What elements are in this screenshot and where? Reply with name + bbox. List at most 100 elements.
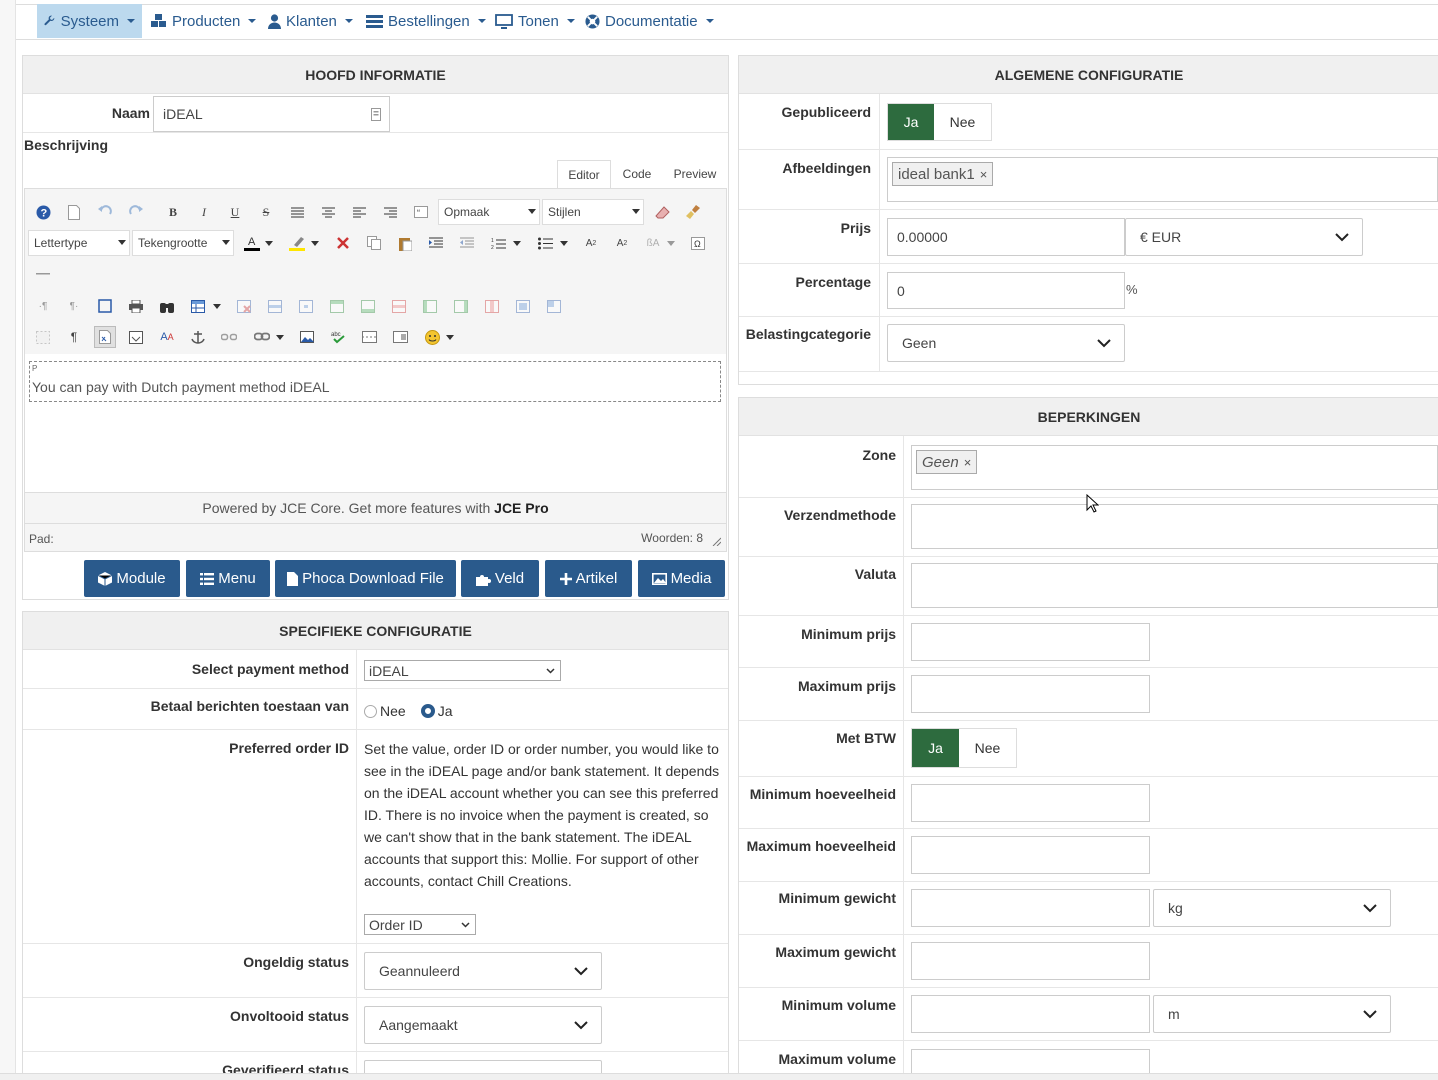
horizontal-scrollbar[interactable]	[0, 1073, 1438, 1080]
menu-klanten[interactable]: Klanten	[261, 4, 360, 38]
cut-icon[interactable]	[332, 232, 354, 254]
help-icon[interactable]: ?	[32, 201, 54, 223]
spellcheck-icon[interactable]: abc	[327, 326, 349, 348]
jce-pro-link[interactable]: JCE Pro	[494, 500, 548, 516]
minimum-hoeveelheid-input[interactable]	[911, 784, 1150, 822]
redo-icon[interactable]	[125, 201, 147, 223]
tab-code[interactable]: Code	[611, 160, 663, 188]
styles-select[interactable]: Stijlen	[542, 199, 644, 225]
table-dropdown[interactable]	[210, 295, 224, 317]
payment-method-select[interactable]: iDEAL	[364, 660, 561, 681]
undo-icon[interactable]	[94, 201, 116, 223]
horizontal-rule-icon[interactable]	[32, 263, 54, 285]
cleanup-brush-icon[interactable]	[682, 201, 704, 223]
strikethrough-icon[interactable]: S	[255, 201, 277, 223]
prijs-input[interactable]: 0.00000	[887, 218, 1125, 256]
align-right-icon[interactable]	[379, 201, 401, 223]
veld-button[interactable]: Veld	[461, 560, 539, 597]
numbered-list-icon[interactable]: 12	[487, 232, 509, 254]
menu-button[interactable]: Menu	[186, 560, 270, 597]
minimum-gewicht-input[interactable]	[911, 889, 1150, 927]
anchor-icon[interactable]	[187, 326, 209, 348]
artikel-button[interactable]: Artikel	[545, 560, 632, 597]
zone-input[interactable]: Geen ×	[911, 445, 1438, 490]
highlight-dropdown[interactable]	[308, 232, 322, 254]
valuta-input[interactable]	[911, 563, 1438, 608]
readmore-icon[interactable]	[389, 326, 411, 348]
source-toggle-icon[interactable]	[94, 326, 116, 348]
media-button[interactable]: Media	[638, 560, 725, 597]
copy-icon[interactable]	[363, 232, 385, 254]
paragraph-icon[interactable]: ¶	[63, 326, 85, 348]
preferred-order-select[interactable]: Order ID	[364, 914, 476, 935]
delete-col-icon[interactable]	[481, 295, 503, 317]
style-icon[interactable]: AA	[156, 326, 178, 348]
unlink-icon[interactable]	[218, 326, 240, 348]
menu-producten[interactable]: Producten	[144, 4, 263, 38]
link-icon[interactable]	[251, 326, 273, 348]
bold-icon[interactable]: B	[162, 201, 184, 223]
special-chars-icon[interactable]: Ω	[687, 232, 709, 254]
font-color-icon[interactable]: A	[242, 232, 264, 254]
percentage-input[interactable]: 0	[887, 272, 1125, 309]
merge-cells-icon[interactable]	[543, 295, 565, 317]
charmap-dropdown[interactable]	[664, 232, 678, 254]
insert-row-before-icon[interactable]	[326, 295, 348, 317]
nonbreaking-icon[interactable]: ¶·	[63, 295, 85, 317]
paste-icon[interactable]	[394, 232, 416, 254]
gepubliceerd-nee-button[interactable]: Nee	[934, 104, 991, 140]
eraser-icon[interactable]	[651, 201, 673, 223]
align-center-icon[interactable]	[317, 201, 339, 223]
pagebreak-icon[interactable]	[358, 326, 380, 348]
delete-row-icon[interactable]	[388, 295, 410, 317]
delete-table-icon[interactable]	[233, 295, 255, 317]
resize-handle-icon[interactable]	[712, 537, 721, 546]
blockquote-icon[interactable]: “	[410, 201, 432, 223]
fullscreen-icon[interactable]	[94, 295, 116, 317]
align-left-icon[interactable]	[348, 201, 370, 223]
visual-chars-icon[interactable]: ·¶	[32, 295, 54, 317]
currency-select[interactable]: € EUR	[1125, 218, 1363, 256]
font-size-select[interactable]: Tekengrootte	[132, 230, 234, 256]
insert-col-before-icon[interactable]	[419, 295, 441, 317]
character-map-icon[interactable]: ßA	[642, 232, 664, 254]
met-btw-ja-button[interactable]: Ja	[912, 729, 959, 767]
maximum-gewicht-input[interactable]	[911, 942, 1150, 980]
minimum-prijs-input[interactable]	[911, 623, 1150, 661]
table-icon[interactable]	[187, 295, 209, 317]
tab-editor[interactable]: Editor	[557, 160, 611, 188]
tab-preview[interactable]: Preview	[663, 160, 727, 188]
superscript-icon[interactable]: A2	[611, 232, 633, 254]
phoca-download-button[interactable]: Phoca Download File	[275, 560, 456, 597]
gepubliceerd-ja-button[interactable]: Ja	[888, 104, 934, 140]
search-replace-icon[interactable]	[156, 295, 178, 317]
menu-documentatie[interactable]: Documentatie	[578, 4, 721, 38]
cell-props-icon[interactable]	[295, 295, 317, 317]
print-icon[interactable]	[125, 295, 147, 317]
minimum-volume-input[interactable]	[911, 995, 1150, 1033]
format-select[interactable]: Opmaak	[438, 199, 540, 225]
split-cells-icon[interactable]	[512, 295, 534, 317]
radio-nee[interactable]	[364, 704, 377, 718]
underline-icon[interactable]: U	[224, 201, 246, 223]
indent-icon[interactable]	[425, 232, 447, 254]
insert-col-after-icon[interactable]	[450, 295, 472, 317]
numbered-list-dropdown[interactable]	[510, 232, 524, 254]
radio-ja[interactable]	[420, 704, 435, 718]
link-dropdown[interactable]	[273, 326, 287, 348]
menu-tonen[interactable]: Tonen	[488, 4, 582, 38]
new-document-icon[interactable]	[63, 201, 85, 223]
editor-paragraph[interactable]: P You can pay with Dutch payment method …	[29, 361, 721, 402]
remove-tag-icon[interactable]: ×	[964, 455, 972, 470]
bullet-list-dropdown[interactable]	[557, 232, 571, 254]
visual-aid-icon[interactable]	[32, 326, 54, 348]
subscript-icon[interactable]: A2	[580, 232, 602, 254]
emoji-dropdown[interactable]	[443, 326, 457, 348]
highlight-color-icon[interactable]	[287, 232, 309, 254]
menu-bestellingen[interactable]: Bestellingen	[359, 4, 493, 38]
image-icon[interactable]	[296, 326, 318, 348]
emoji-icon[interactable]	[421, 326, 443, 348]
insert-row-after-icon[interactable]	[357, 295, 379, 317]
ongeldig-status-select[interactable]: Geannuleerd	[364, 952, 602, 990]
italic-icon[interactable]: I	[193, 201, 215, 223]
